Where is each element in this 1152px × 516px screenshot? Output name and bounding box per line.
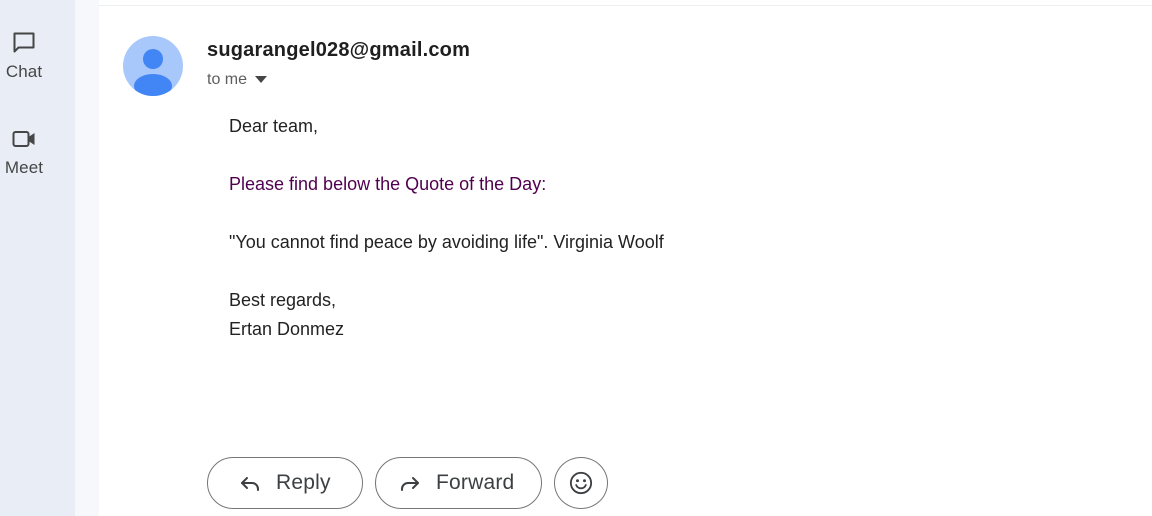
email-body: Dear team, Please find below the Quote o… (229, 112, 664, 344)
emoji-reaction-button[interactable] (554, 457, 608, 509)
smiley-icon (569, 471, 593, 495)
reply-button-label: Reply (276, 471, 331, 494)
reply-button[interactable]: Reply (207, 457, 363, 509)
body-blank-line (229, 257, 664, 286)
video-camera-icon (11, 126, 37, 152)
body-greeting: Dear team, (229, 116, 319, 136)
message-actions: Reply Forward (207, 457, 608, 509)
body-signature: Ertan Donmez (229, 319, 345, 339)
forward-button-label: Forward (436, 471, 515, 494)
panel-divider (99, 5, 1152, 6)
nav-item-chat[interactable]: Chat (0, 30, 48, 82)
caret-down-icon (254, 73, 268, 87)
recipients-label: to me (207, 71, 248, 88)
body-signoff: Best regards, (229, 290, 337, 310)
body-intro: Please find below the Quote of the Day: (229, 174, 547, 194)
forward-arrow-icon (398, 471, 422, 495)
sender-avatar[interactable] (123, 36, 183, 96)
body-quote: "You cannot find peace by avoiding life"… (229, 232, 664, 252)
reply-arrow-icon (238, 471, 262, 495)
sender-email[interactable]: sugarangel028@gmail.com (207, 39, 470, 62)
forward-button[interactable]: Forward (375, 457, 542, 509)
mail-app: Chat Meet sugarangel028@gmail.com to me (0, 0, 1152, 516)
nav-item-meet-label: Meet (4, 158, 44, 177)
side-nav-rail: Chat Meet (0, 0, 75, 516)
chat-icon (11, 30, 37, 56)
body-blank-line (229, 141, 664, 170)
message-panel: sugarangel028@gmail.com to me Dear team,… (99, 0, 1152, 516)
avatar-person-icon (134, 49, 172, 96)
rail-gutter (75, 0, 99, 516)
recipients-toggle[interactable]: to me (207, 71, 268, 89)
nav-item-meet[interactable]: Meet (0, 126, 48, 178)
body-blank-line (229, 199, 664, 228)
nav-item-chat-label: Chat (5, 62, 43, 81)
